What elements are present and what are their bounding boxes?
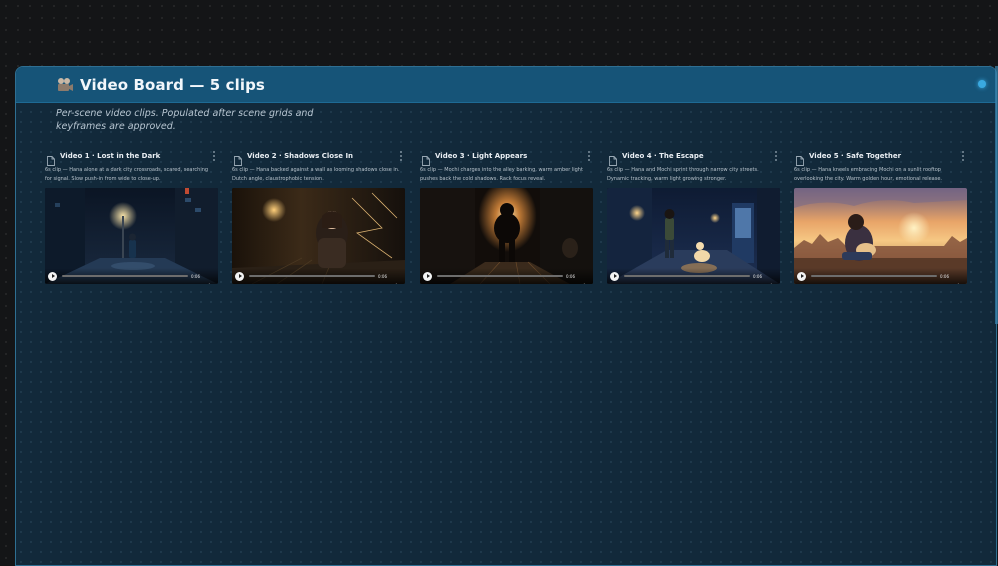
- clip-description: 6s clip — Hana kneels embracing Mochi on…: [794, 167, 943, 182]
- clip-description: 6s clip — Hana alone at a dark city cros…: [45, 167, 209, 182]
- video-player[interactable]: 0:06: [232, 188, 405, 284]
- volume-icon[interactable]: [581, 274, 589, 284]
- volume-icon[interactable]: [206, 274, 214, 284]
- board-header: Video Board — 5 clips: [16, 67, 996, 103]
- duration-label: 0:06: [753, 274, 762, 279]
- volume-icon[interactable]: [955, 274, 963, 284]
- video-player[interactable]: 0:06: [794, 188, 967, 284]
- play-button[interactable]: [797, 272, 806, 281]
- player-controls: 0:06: [45, 268, 218, 284]
- volume-icon[interactable]: [768, 274, 776, 284]
- clip-header: Video 2 · Shadows Close In: [232, 149, 406, 166]
- clip-description: 6s clip — Hana and Mochi sprint through …: [607, 167, 759, 182]
- volume-icon[interactable]: [393, 274, 401, 284]
- video-board-panel: Video Board — 5 clips Per-scene video cl…: [15, 66, 997, 566]
- clip-card: Video 5 · Safe Together 6s clip — Hana k…: [794, 149, 968, 284]
- video-player[interactable]: 0:06: [45, 188, 218, 284]
- seek-bar[interactable]: [624, 275, 750, 277]
- board-title: Video Board — 5 clips: [80, 75, 265, 94]
- more-options-icon[interactable]: [961, 151, 964, 161]
- play-button[interactable]: [423, 272, 432, 281]
- clip-card: Video 4 · The Escape 6s clip — Hana and …: [607, 149, 781, 284]
- duration-label: 0:06: [940, 274, 949, 279]
- clip-card: Video 3 · Light Appears 6s clip — Mochi …: [420, 149, 594, 284]
- clip-title: Video 2 · Shadows Close In: [247, 152, 354, 160]
- clip-header: Video 4 · The Escape: [607, 149, 781, 166]
- clip-title: Video 3 · Light Appears: [435, 152, 528, 160]
- clip-header: Video 1 · Lost in the Dark: [45, 149, 219, 166]
- more-options-icon[interactable]: [587, 151, 590, 161]
- document-icon: [234, 151, 242, 166]
- clip-title: Video 4 · The Escape: [622, 152, 704, 160]
- seek-bar[interactable]: [249, 275, 375, 277]
- seek-bar[interactable]: [437, 275, 563, 277]
- more-options-icon[interactable]: [774, 151, 777, 161]
- player-controls: 0:06: [794, 268, 967, 284]
- document-icon: [47, 151, 55, 166]
- clip-header: Video 5 · Safe Together: [794, 149, 968, 166]
- video-player[interactable]: 0:06: [420, 188, 593, 284]
- board-description: Per-scene video clips. Populated after s…: [56, 108, 314, 132]
- play-button[interactable]: [610, 272, 619, 281]
- clip-card: Video 1 · Lost in the Dark 6s clip — Han…: [45, 149, 219, 284]
- status-indicator: [978, 80, 986, 88]
- document-icon: [796, 151, 804, 166]
- seek-bar[interactable]: [62, 275, 188, 277]
- clip-description: 6s clip — Hana backed against a wall as …: [232, 167, 400, 182]
- clip-description: 6s clip — Mochi charges into the alley b…: [420, 167, 583, 182]
- film-camera-icon: [56, 77, 74, 93]
- clip-header: Video 3 · Light Appears: [420, 149, 594, 166]
- duration-label: 0:06: [378, 274, 387, 279]
- player-controls: 0:06: [420, 268, 593, 284]
- clip-title: Video 5 · Safe Together: [809, 152, 902, 160]
- document-icon: [609, 151, 617, 166]
- clip-card: Video 2 · Shadows Close In 6s clip — Han…: [232, 149, 406, 284]
- more-options-icon[interactable]: [399, 151, 402, 161]
- clip-title: Video 1 · Lost in the Dark: [60, 152, 161, 160]
- play-button[interactable]: [48, 272, 57, 281]
- document-icon: [422, 151, 430, 166]
- duration-label: 0:06: [566, 274, 575, 279]
- duration-label: 0:06: [191, 274, 200, 279]
- play-button[interactable]: [235, 272, 244, 281]
- video-player[interactable]: 0:06: [607, 188, 780, 284]
- player-controls: 0:06: [232, 268, 405, 284]
- player-controls: 0:06: [607, 268, 780, 284]
- more-options-icon[interactable]: [212, 151, 215, 161]
- seek-bar[interactable]: [811, 275, 937, 277]
